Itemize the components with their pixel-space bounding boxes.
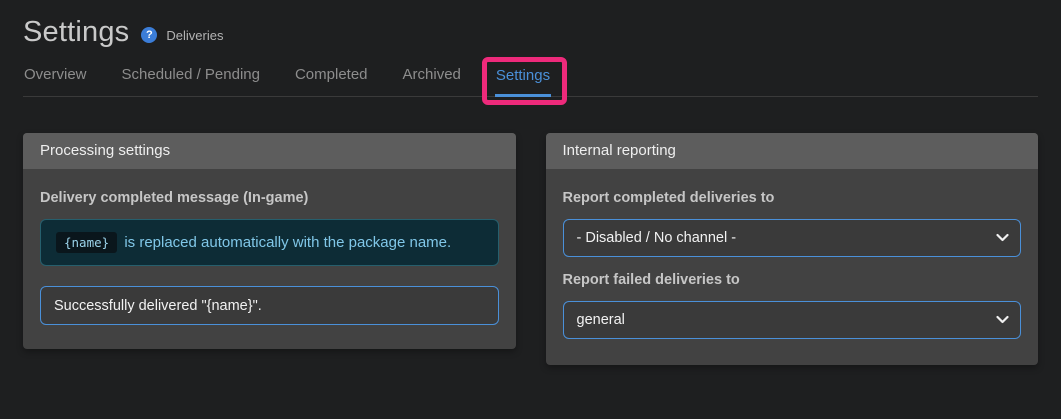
name-placeholder-info-box: {name} is replaced automatically with th…: [40, 219, 499, 266]
tab-settings-label: Settings: [495, 67, 551, 84]
tab-bar: Overview Scheduled / Pending Completed A…: [23, 57, 1038, 105]
processing-settings-header: Processing settings: [23, 133, 516, 169]
delivery-message-input[interactable]: [40, 286, 499, 325]
internal-reporting-header: Internal reporting: [545, 133, 1038, 169]
delivery-message-label: Delivery completed message (In-game): [40, 190, 309, 206]
panels-row: Processing settings Delivery completed m…: [23, 133, 1038, 365]
internal-reporting-panel: Internal reporting Report completed deli…: [545, 133, 1039, 365]
processing-settings-panel: Processing settings Delivery completed m…: [23, 133, 516, 349]
settings-page: Settings ? Deliveries Overview Scheduled…: [0, 13, 1061, 365]
name-placeholder-info-text: is replaced automatically with the packa…: [124, 234, 452, 251]
help-icon[interactable]: ?: [141, 27, 158, 43]
report-failed-select-wrap: general: [562, 301, 1021, 339]
page-title: Settings: [23, 15, 130, 48]
report-completed-select-wrap: - Disabled / No channel -: [562, 219, 1021, 257]
tab-completed[interactable]: Completed: [294, 60, 369, 96]
report-failed-select[interactable]: general: [562, 301, 1021, 339]
tab-overview[interactable]: Overview: [23, 60, 88, 96]
tab-archived[interactable]: Archived: [402, 60, 462, 96]
report-completed-label: Report completed deliveries to: [562, 190, 775, 206]
name-placeholder-code: {name}: [56, 232, 118, 253]
page-subtitle: Deliveries: [166, 28, 224, 43]
processing-settings-body: Delivery completed message (In-game) {na…: [23, 169, 516, 349]
report-failed-label: Report failed deliveries to: [562, 272, 740, 288]
report-completed-select[interactable]: - Disabled / No channel -: [562, 219, 1021, 257]
tab-settings[interactable]: Settings: [481, 57, 568, 105]
tab-scheduled-pending[interactable]: Scheduled / Pending: [121, 60, 261, 96]
page-header: Settings ? Deliveries: [23, 13, 1038, 51]
internal-reporting-body: Report completed deliveries to - Disable…: [546, 169, 1039, 365]
